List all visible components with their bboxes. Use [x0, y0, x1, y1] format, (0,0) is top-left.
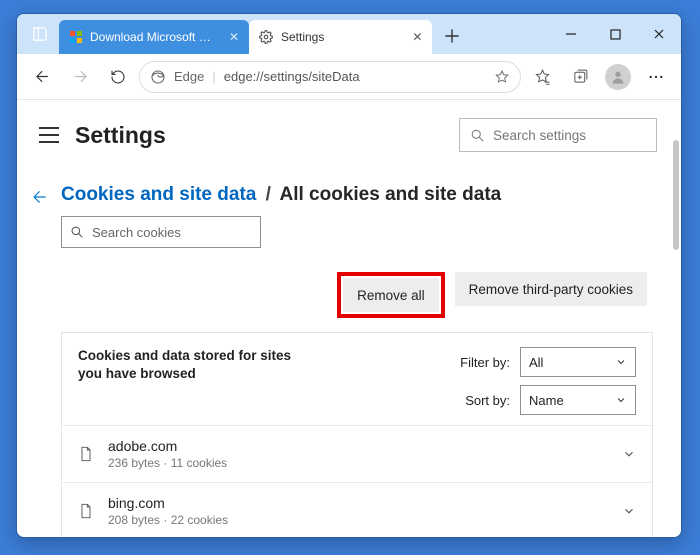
- filter-value: All: [529, 355, 543, 370]
- profile-button[interactable]: [605, 64, 631, 90]
- collections-icon: [572, 68, 589, 85]
- titlebar: Download Microsoft Edge ✕ Settings ✕: [17, 14, 681, 54]
- close-window-button[interactable]: [637, 14, 681, 54]
- close-icon: [653, 28, 665, 40]
- favorite-button[interactable]: [494, 69, 510, 85]
- arrow-right-icon: [72, 68, 89, 85]
- address-prefix: Edge: [174, 69, 204, 84]
- panel-header: Cookies and data stored for sites you ha…: [62, 333, 652, 425]
- ellipsis-icon: [647, 68, 665, 86]
- breadcrumb-separator: /: [266, 184, 271, 205]
- ms-logo-icon: [69, 30, 82, 44]
- search-cookies-input[interactable]: Search cookies: [61, 216, 261, 248]
- window-controls: [549, 14, 681, 54]
- toolbar: Edge | edge://settings/siteData: [17, 54, 681, 100]
- maximize-icon: [610, 29, 621, 40]
- chevron-down-icon: [622, 447, 636, 461]
- close-tab-icon[interactable]: ✕: [229, 30, 239, 44]
- panel-filters: Filter by: All Sort by: Name: [460, 347, 636, 415]
- sort-row: Sort by: Name: [460, 385, 636, 415]
- search-settings-placeholder: Search settings: [493, 128, 586, 143]
- person-icon: [610, 69, 626, 85]
- filter-row: Filter by: All: [460, 347, 636, 377]
- document-icon: [78, 444, 94, 464]
- search-icon: [470, 128, 485, 143]
- document-icon: [78, 501, 94, 521]
- favorites-button[interactable]: [525, 60, 559, 94]
- tab-title: Download Microsoft Edge: [90, 30, 217, 44]
- annotation-highlight: Remove all: [337, 272, 445, 318]
- site-info: bing.com 208 bytes · 22 cookies: [108, 495, 228, 527]
- refresh-icon: [110, 69, 126, 85]
- collections-button[interactable]: [563, 60, 597, 94]
- address-url: edge://settings/siteData: [224, 69, 360, 84]
- expand-row-button[interactable]: [622, 504, 636, 518]
- page-body: Settings Search settings Cookies and sit…: [17, 100, 681, 537]
- minimize-icon: [565, 28, 577, 40]
- arrow-left-icon: [31, 188, 49, 206]
- remove-all-button[interactable]: Remove all: [343, 278, 439, 312]
- site-row[interactable]: bing.com 208 bytes · 22 cookies: [62, 482, 652, 537]
- minimize-button[interactable]: [549, 14, 593, 54]
- filter-label: Filter by:: [460, 355, 510, 370]
- expand-row-button[interactable]: [622, 447, 636, 461]
- site-meta: 208 bytes · 22 cookies: [108, 513, 228, 527]
- refresh-button[interactable]: [101, 60, 135, 94]
- more-menu-button[interactable]: [639, 60, 673, 94]
- sort-value: Name: [529, 393, 564, 408]
- tabs-square-icon: [33, 27, 47, 41]
- edge-window: Download Microsoft Edge ✕ Settings ✕: [16, 13, 682, 538]
- arrow-left-icon: [34, 68, 51, 85]
- back-button[interactable]: [25, 60, 59, 94]
- gear-icon: [259, 30, 273, 44]
- star-list-icon: [534, 68, 551, 85]
- address-bar[interactable]: Edge | edge://settings/siteData: [139, 61, 521, 93]
- site-info: adobe.com 236 bytes · 11 cookies: [108, 438, 227, 470]
- search-icon: [70, 225, 84, 239]
- forward-button[interactable]: [63, 60, 97, 94]
- chevron-down-icon: [622, 504, 636, 518]
- remove-third-party-button[interactable]: Remove third-party cookies: [455, 272, 647, 306]
- tab-strip: Download Microsoft Edge ✕ Settings ✕: [17, 14, 549, 54]
- chevron-down-icon: [615, 356, 627, 368]
- address-separator: |: [212, 69, 215, 84]
- breadcrumb-back-button[interactable]: [31, 188, 49, 206]
- maximize-button[interactable]: [593, 14, 637, 54]
- star-icon: [494, 69, 510, 85]
- plus-icon: [445, 29, 459, 43]
- settings-header: Settings Search settings: [17, 100, 681, 164]
- search-cookies-placeholder: Search cookies: [92, 225, 181, 240]
- chevron-down-icon: [615, 394, 627, 406]
- settings-menu-button[interactable]: [39, 127, 59, 143]
- edge-logo-icon: [150, 69, 166, 85]
- site-meta: 236 bytes · 11 cookies: [108, 456, 227, 470]
- breadcrumb-link[interactable]: Cookies and site data: [61, 184, 256, 205]
- breadcrumb-current: All cookies and site data: [279, 184, 501, 205]
- site-domain: adobe.com: [108, 438, 227, 454]
- cookies-panel: Cookies and data stored for sites you ha…: [61, 332, 653, 537]
- site-row[interactable]: adobe.com 236 bytes · 11 cookies: [62, 425, 652, 482]
- tab-title: Settings: [281, 30, 324, 44]
- tab-actions-button[interactable]: [25, 19, 55, 49]
- tab-download-edge[interactable]: Download Microsoft Edge ✕: [59, 20, 249, 54]
- panel-description: Cookies and data stored for sites you ha…: [78, 347, 308, 415]
- tab-settings[interactable]: Settings ✕: [249, 20, 432, 54]
- page-title: Settings: [75, 122, 166, 149]
- sort-select[interactable]: Name: [520, 385, 636, 415]
- close-tab-icon[interactable]: ✕: [412, 30, 422, 44]
- site-domain: bing.com: [108, 495, 228, 511]
- breadcrumb: Cookies and site data / All cookies and …: [61, 184, 653, 206]
- settings-content: Cookies and site data / All cookies and …: [17, 164, 681, 537]
- cookie-actions: Remove all Remove third-party cookies: [61, 272, 653, 318]
- new-tab-button[interactable]: [436, 20, 468, 52]
- filter-select[interactable]: All: [520, 347, 636, 377]
- sort-label: Sort by:: [465, 393, 510, 408]
- search-settings-input[interactable]: Search settings: [459, 118, 657, 152]
